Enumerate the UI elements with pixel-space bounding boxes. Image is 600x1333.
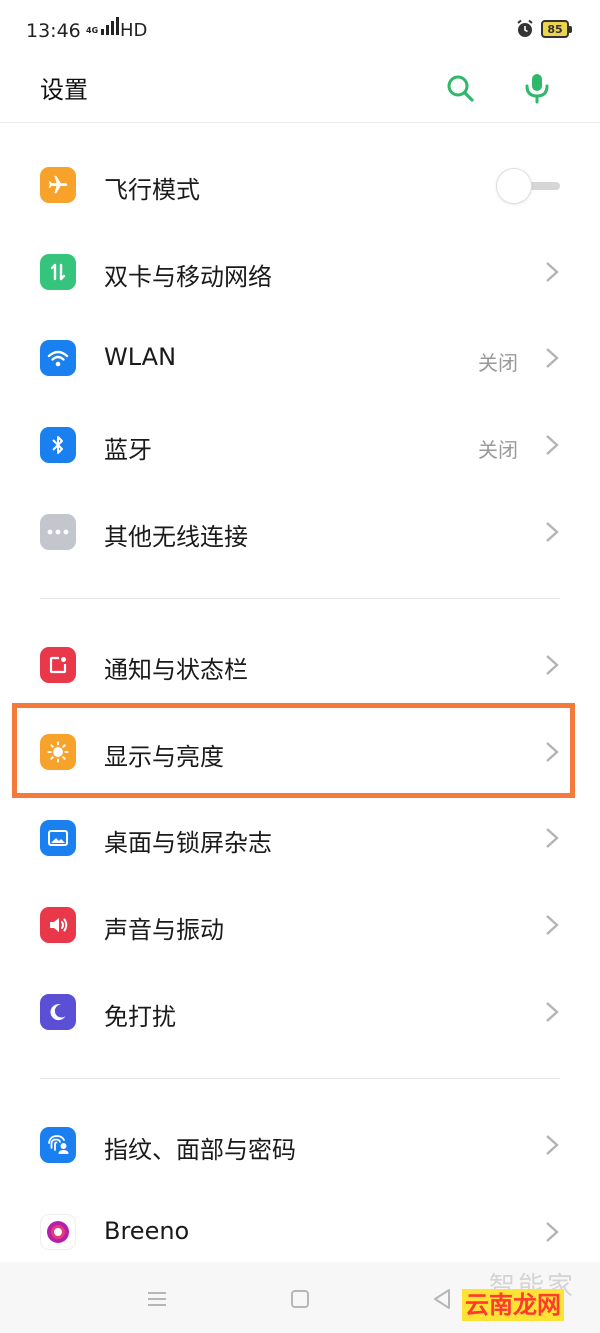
- section-divider: [40, 598, 560, 599]
- settings-item-sound-vibration[interactable]: 声音与振动: [0, 882, 600, 968]
- settings-item-label: 指纹、面部与密码: [104, 1136, 296, 1164]
- bluetooth-icon: [40, 427, 76, 463]
- airplane-mode-toggle[interactable]: [496, 166, 560, 206]
- settings-item-notifications[interactable]: 通知与状态栏: [0, 622, 600, 708]
- microphone-icon: [525, 74, 549, 104]
- bluetooth-status: 关闭: [478, 438, 518, 462]
- airplane-icon: [40, 167, 76, 203]
- search-button[interactable]: [438, 66, 482, 110]
- settings-item-label: 声音与振动: [104, 916, 224, 944]
- chevron-right-icon: [546, 1135, 559, 1155]
- moon-icon: [40, 994, 76, 1030]
- settings-item-label: Breeno: [104, 1217, 190, 1245]
- home-button[interactable]: [285, 1284, 315, 1314]
- more-icon: [40, 514, 76, 550]
- settings-item-wlan[interactable]: WLAN 关闭: [0, 315, 600, 401]
- menu-icon: [148, 1292, 166, 1306]
- settings-item-fingerprint-face-password[interactable]: 指纹、面部与密码: [0, 1102, 600, 1188]
- chevron-right-icon: [546, 348, 559, 368]
- chevron-right-icon: [546, 262, 559, 282]
- back-triangle-icon: [434, 1289, 450, 1309]
- search-icon: [447, 75, 474, 102]
- settings-item-label: 通知与状态栏: [104, 656, 248, 684]
- status-time: 13:46: [26, 20, 81, 42]
- settings-item-label: 桌面与锁屏杂志: [104, 829, 272, 857]
- back-button[interactable]: [427, 1284, 457, 1314]
- status-bar: 13:46 4G HD 85: [0, 0, 600, 58]
- wlan-status: 关闭: [478, 351, 518, 375]
- battery-icon: 85: [541, 20, 572, 38]
- recent-apps-button[interactable]: [142, 1284, 172, 1314]
- wallpaper-icon: [40, 820, 76, 856]
- chevron-right-icon: [546, 435, 559, 455]
- settings-item-other-wireless[interactable]: 其他无线连接: [0, 489, 600, 575]
- section-divider: [40, 1078, 560, 1079]
- notification-icon: [40, 647, 76, 683]
- chevron-right-icon: [546, 915, 559, 935]
- battery-level: 85: [547, 22, 563, 36]
- settings-item-wallpaper-lockscreen[interactable]: 桌面与锁屏杂志: [0, 795, 600, 881]
- settings-item-label: 其他无线连接: [104, 523, 248, 551]
- voice-search-button[interactable]: [515, 66, 559, 110]
- app-header: 设置: [0, 58, 600, 123]
- chevron-right-icon: [546, 522, 559, 542]
- chevron-right-icon: [546, 1002, 559, 1022]
- settings-item-label: WLAN: [104, 343, 177, 371]
- wifi-icon: [40, 340, 76, 376]
- chevron-right-icon: [546, 828, 559, 848]
- dual-sim-icon: [40, 254, 76, 290]
- highlight-box: [12, 703, 575, 798]
- chevron-right-icon: [546, 1222, 559, 1242]
- sound-icon: [40, 907, 76, 943]
- settings-item-bluetooth[interactable]: 蓝牙 关闭: [0, 402, 600, 488]
- settings-item-label: 飞行模式: [104, 176, 200, 204]
- settings-item-do-not-disturb[interactable]: 免打扰: [0, 969, 600, 1055]
- settings-item-dual-sim[interactable]: 双卡与移动网络: [0, 229, 600, 315]
- signal-icon: 4G: [86, 17, 120, 35]
- settings-item-label: 免打扰: [104, 1003, 176, 1031]
- alarm-icon: [517, 19, 533, 37]
- page-title: 设置: [40, 76, 88, 104]
- chevron-right-icon: [546, 655, 559, 675]
- square-icon: [291, 1290, 309, 1308]
- breeno-icon: [40, 1214, 76, 1250]
- settings-item-label: 双卡与移动网络: [104, 263, 272, 291]
- fingerprint-face-icon: [40, 1127, 76, 1163]
- watermark-logo: 云南龙网: [462, 1289, 564, 1321]
- hd-indicator: HD: [120, 20, 148, 41]
- settings-item-label: 蓝牙: [104, 436, 152, 464]
- settings-item-airplane-mode[interactable]: 飞行模式: [0, 142, 600, 228]
- network-type: 4G: [86, 26, 99, 35]
